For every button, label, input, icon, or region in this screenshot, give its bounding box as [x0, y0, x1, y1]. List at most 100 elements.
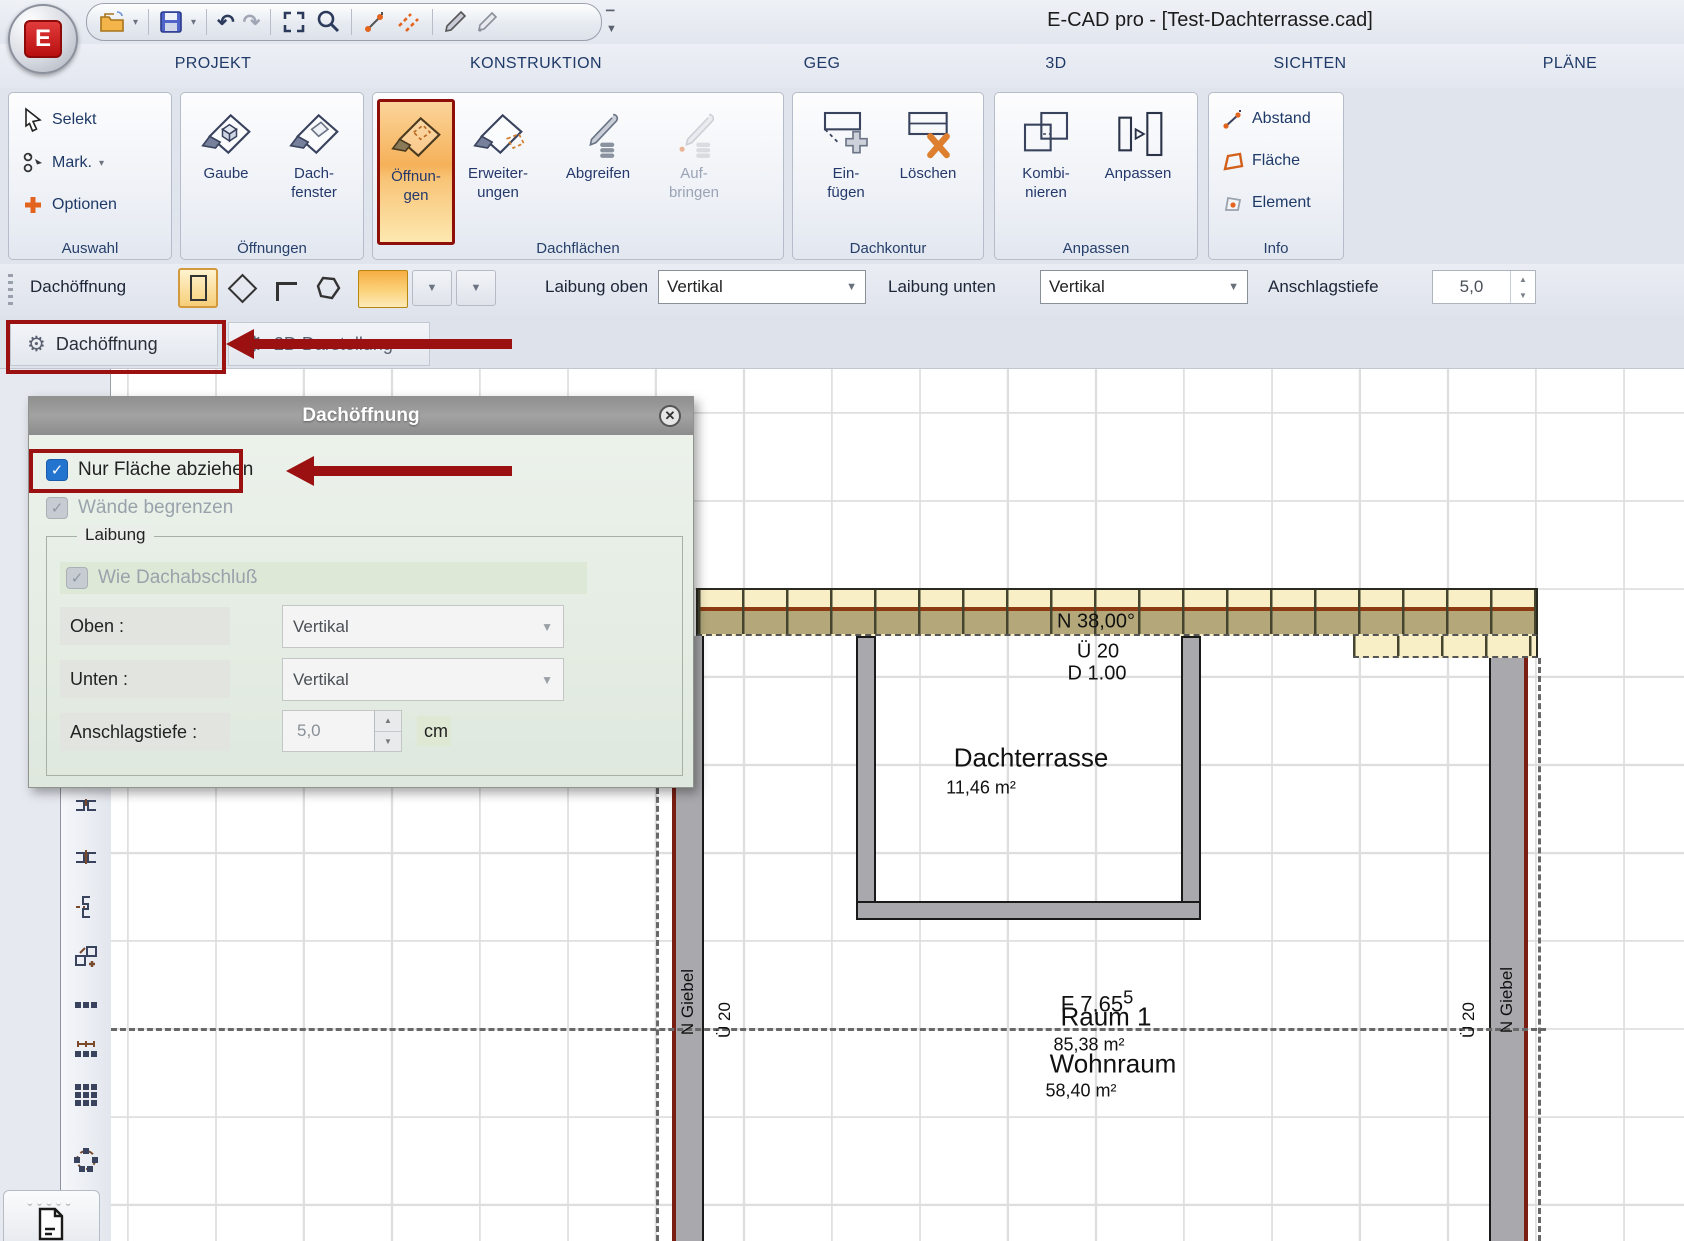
close-icon[interactable]: ✕: [659, 405, 681, 427]
block-row-icon[interactable]: [73, 992, 99, 1023]
oeffnungen-button[interactable]: Öffnun-gen: [377, 99, 455, 245]
shape-polygon-button[interactable]: [308, 268, 348, 308]
ribbon-tab-konstruktion[interactable]: KONSTRUKTION: [470, 55, 602, 73]
undo-button[interactable]: ↶: [215, 7, 237, 37]
pipette-apply-icon: [668, 103, 720, 165]
ribbon: Selekt Mark. ▾ Optionen Auswahl Gaube Da…: [0, 88, 1684, 265]
contour-delete-icon: [899, 103, 957, 165]
save-dropdown[interactable]: ▾: [189, 7, 198, 37]
group-label-oeffnungen: Öffnungen: [181, 240, 363, 257]
roof-color-swatch[interactable]: [358, 270, 408, 308]
loeschen-button[interactable]: Löschen: [889, 99, 967, 245]
oben-select[interactable]: Vertikal▼: [282, 605, 564, 648]
spin-up-icon[interactable]: ▲: [375, 711, 401, 732]
laibung-oben-label: Laibung oben: [545, 277, 648, 297]
zoom-button[interactable]: [313, 7, 343, 37]
ribbon-tab-geg[interactable]: GEG: [804, 55, 841, 73]
element-button[interactable]: Element: [1221, 191, 1311, 215]
kombinieren-button[interactable]: Kombi-nieren: [1007, 99, 1085, 245]
gable-right-ue20-label: Ü 20: [1459, 1002, 1479, 1038]
mark-button[interactable]: Mark. ▾: [21, 151, 104, 175]
unten-label: Unten :: [60, 660, 230, 698]
roof-extend-icon: [469, 103, 527, 165]
wie-dachabschluss-label: Wie Dachabschluß: [98, 567, 257, 589]
customize-toolbar-icon[interactable]: ▔▼: [606, 10, 617, 35]
roof-window-pair-icon[interactable]: [73, 794, 99, 825]
separator: [270, 9, 271, 35]
shape-diamond-button[interactable]: [222, 268, 262, 308]
dialog-header[interactable]: Dachöffnung: [29, 397, 693, 435]
polygon-array-icon[interactable]: [72, 1146, 100, 1179]
document-icon[interactable]: [36, 1207, 66, 1241]
block-grid-icon[interactable]: [73, 1082, 99, 1113]
spin-up-icon[interactable]: ▲: [1511, 271, 1535, 287]
flaeche-button[interactable]: Fläche: [1221, 149, 1300, 173]
dachfenster-button[interactable]: Dach-fenster: [275, 99, 353, 245]
gable-right-label: N Giebel: [1497, 967, 1517, 1033]
ribbon-tab-sichten[interactable]: SICHTEN: [1273, 55, 1346, 73]
separator: [206, 9, 207, 35]
roof-window-center-icon[interactable]: [73, 846, 99, 877]
laibung-oben-select[interactable]: Vertikal▼: [658, 270, 866, 304]
pipette-icon: [572, 103, 624, 165]
anpassen-button[interactable]: Anpassen: [1099, 99, 1177, 245]
spin-down-icon[interactable]: ▼: [1511, 287, 1535, 303]
redo-button[interactable]: ↷: [241, 7, 263, 37]
ribbon-tab-3d[interactable]: 3D: [1045, 55, 1066, 73]
open-file-button[interactable]: [97, 7, 127, 37]
group-label-info: Info: [1209, 240, 1343, 257]
save-button[interactable]: [157, 7, 185, 37]
einfuegen-button[interactable]: Ein-fügen: [807, 99, 885, 245]
arrow-to-tab-shaft: [252, 339, 512, 349]
wall-profile-icon[interactable]: [73, 894, 99, 925]
pen-button[interactable]: [441, 7, 469, 37]
group-label-auswahl: Auswahl: [9, 240, 171, 257]
abgreifen-button[interactable]: Abgreifen: [545, 99, 651, 245]
color-dropdown-2[interactable]: ▼: [456, 270, 496, 306]
chevron-down-icon: ▼: [846, 281, 857, 293]
measure-distance-button[interactable]: [360, 7, 390, 37]
terrace-d-label: D 1.00: [1068, 663, 1127, 686]
copy-elements-icon[interactable]: [73, 944, 99, 975]
shape-corner-button[interactable]: [266, 268, 306, 308]
erweiterungen-button[interactable]: Erweiter-ungen: [459, 99, 537, 245]
room2-name-label: Wohnraum: [1050, 1049, 1177, 1080]
block-distribute-icon[interactable]: [73, 1036, 99, 1067]
app-menu-button[interactable]: E: [8, 4, 78, 74]
separator: [432, 9, 433, 35]
ribbon-tab-projekt[interactable]: PROJEKT: [175, 55, 252, 73]
unten-select[interactable]: Vertikal▼: [282, 658, 564, 701]
room2-area-label: 58,40 m²: [1045, 1081, 1116, 1102]
roof-angle-label: N 38,00°: [1057, 611, 1135, 634]
spin-down-icon[interactable]: ▼: [375, 732, 401, 752]
shape-rectangle-button[interactable]: [178, 268, 218, 308]
measure-distance-icon: [362, 9, 388, 35]
roof-window-icon: [285, 103, 343, 165]
bottom-panel[interactable]: •••••: [3, 1190, 100, 1241]
polygon-icon: [315, 275, 341, 301]
gaube-button[interactable]: Gaube: [187, 99, 265, 245]
ribbon-tab-bar: PROJEKT KONSTRUKTION GEG 3D SICHTEN PLÄN…: [0, 44, 1684, 88]
open-file-dropdown[interactable]: ▾: [131, 7, 140, 37]
fit-view-button[interactable]: [279, 7, 309, 37]
quick-access-toolbar: ▾ ▾ ↶ ↷: [86, 3, 602, 41]
toolbar-grip[interactable]: [8, 274, 13, 308]
select-button[interactable]: Selekt: [21, 107, 96, 133]
dialog-title: Dachöffnung: [302, 405, 419, 427]
anschlagstiefe-dialog-stepper[interactable]: 5,0 ▲▼: [282, 710, 402, 752]
axis-dashed-horizontal: [111, 1028, 1546, 1031]
options-button[interactable]: Optionen: [21, 193, 117, 217]
app-window: N 38,00° Ü 20 D 1.00 Dachterrasse 11,46 …: [0, 0, 1684, 1241]
anschlagstiefe-stepper[interactable]: 5,0 ▲▼: [1432, 270, 1536, 304]
ribbon-tab-plaene[interactable]: PLÄNE: [1543, 55, 1597, 73]
fit-view-icon: [281, 9, 307, 35]
highlight-box-tab: [6, 320, 226, 374]
anschlagstiefe-label: Anschlagstiefe: [1268, 277, 1379, 297]
oben-label: Oben :: [60, 607, 230, 645]
abstand-button[interactable]: Abstand: [1221, 107, 1311, 131]
pencil-button[interactable]: [473, 7, 501, 37]
color-dropdown-1[interactable]: ▼: [412, 270, 452, 306]
checkbox-disabled-checked: ✓: [66, 567, 88, 589]
parallel-copy-button[interactable]: [394, 7, 424, 37]
laibung-unten-select[interactable]: Vertikal▼: [1040, 270, 1248, 304]
